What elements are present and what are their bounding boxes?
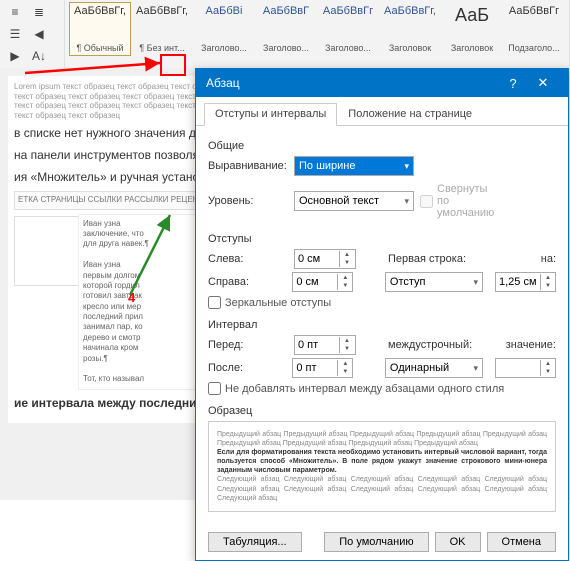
right-spinner[interactable]: ▲▼ <box>292 272 353 292</box>
default-button[interactable]: По умолчанию <box>324 532 428 552</box>
before-spinner[interactable]: ▲▼ <box>294 335 356 355</box>
down-icon[interactable]: ▼ <box>340 259 354 267</box>
style-heading2[interactable]: АаБбВвГЗаголово... <box>255 2 317 56</box>
tab-indents[interactable]: Отступы и интервалы <box>204 103 337 126</box>
value-label: значение: <box>506 339 556 351</box>
before-label: Перед: <box>208 339 288 351</box>
paragraph-dialog: Абзац ? ✕ Отступы и интервалы Положение … <box>195 68 569 561</box>
numbering-icon[interactable]: ≣ <box>28 2 50 22</box>
line-spacing-label: междустрочный: <box>388 339 472 351</box>
section-general: Общие <box>208 140 556 152</box>
tab-position[interactable]: Положение на странице <box>337 103 483 125</box>
by-label: на: <box>541 253 556 265</box>
style-title[interactable]: АаБЗаголовок <box>441 2 503 56</box>
dialog-footer: Табуляция... По умолчанию OK Отмена <box>196 524 568 560</box>
section-spacing: Интервал <box>208 319 556 331</box>
first-line-label: Первая строка: <box>388 253 466 265</box>
style-no-spacing[interactable]: АаБбВвГг,¶ Без инт... <box>131 2 193 56</box>
bullets-icon[interactable]: ≡ <box>4 2 26 22</box>
left-spinner[interactable]: ▲▼ <box>294 249 356 269</box>
dialog-titlebar[interactable]: Абзац ? ✕ <box>196 69 568 97</box>
section-indent: Отступы <box>208 233 556 245</box>
dialog-title: Абзац <box>206 76 498 90</box>
tabs-button[interactable]: Табуляция... <box>208 532 302 552</box>
decrease-indent-icon[interactable]: ◀ <box>28 24 50 44</box>
increase-indent-icon[interactable]: ▶ <box>4 46 26 66</box>
collapse-checkbox <box>420 195 433 208</box>
preview-box: Предыдущий абзац Предыдущий абзац Предыд… <box>208 421 556 512</box>
dialog-tabs: Отступы и интервалы Положение на страниц… <box>196 97 568 126</box>
value-spinner[interactable]: ▲▼ <box>495 358 556 378</box>
annotation-number-4: 4 <box>128 290 135 305</box>
up-icon[interactable]: ▲ <box>340 251 354 259</box>
line-spacing-combo[interactable]: Одинарный <box>385 358 483 378</box>
ok-button[interactable]: OK <box>435 532 481 552</box>
paragraph-group: ≡ ≣ ☰ ◀ ▶ A↓ ¶ ≡ ≡ ≡ ≡ ‡ ▦ ▢ Абзац ↘ <box>0 0 65 68</box>
mirror-checkbox[interactable] <box>208 296 221 309</box>
style-heading1[interactable]: АаБбВіЗаголово... <box>193 2 255 56</box>
by-spinner[interactable]: ▲▼ <box>495 272 556 292</box>
level-label: Уровень: <box>208 195 288 207</box>
first-line-combo[interactable]: Отступ <box>385 272 483 292</box>
ribbon: ≡ ≣ ☰ ◀ ▶ A↓ ¶ ≡ ≡ ≡ ≡ ‡ ▦ ▢ Абзац ↘ АаБ… <box>0 0 570 69</box>
style-heading4[interactable]: АаБбВвГг,Заголовок <box>379 2 441 56</box>
multilevel-icon[interactable]: ☰ <box>4 24 26 44</box>
left-label: Слева: <box>208 253 288 265</box>
level-combo[interactable]: Основной текст <box>294 191 414 211</box>
styles-group: АаБбВвГг,¶ Обычный АаБбВвГг,¶ Без инт...… <box>65 0 570 68</box>
style-subtitle[interactable]: АаБбВвГгПодзаголо... <box>503 2 565 56</box>
after-spinner[interactable]: ▲▼ <box>292 358 353 378</box>
no-space-checkbox[interactable] <box>208 382 221 395</box>
alignment-combo[interactable]: По ширине <box>294 156 414 176</box>
dialog-close-icon[interactable]: ✕ <box>528 75 558 91</box>
style-normal[interactable]: АаБбВвГг,¶ Обычный <box>69 2 131 56</box>
section-preview: Образец <box>208 405 556 417</box>
after-label: После: <box>208 362 286 374</box>
styles-gallery: АаБбВвГг,¶ Обычный АаБбВвГг,¶ Без инт...… <box>69 2 565 56</box>
style-heading3[interactable]: АаБбВвГгЗаголово... <box>317 2 379 56</box>
dialog-help-icon[interactable]: ? <box>498 76 528 91</box>
sort-icon[interactable]: A↓ <box>28 46 50 66</box>
cancel-button[interactable]: Отмена <box>487 532 556 552</box>
alignment-label: Выравнивание: <box>208 160 288 172</box>
right-label: Справа: <box>208 276 286 288</box>
